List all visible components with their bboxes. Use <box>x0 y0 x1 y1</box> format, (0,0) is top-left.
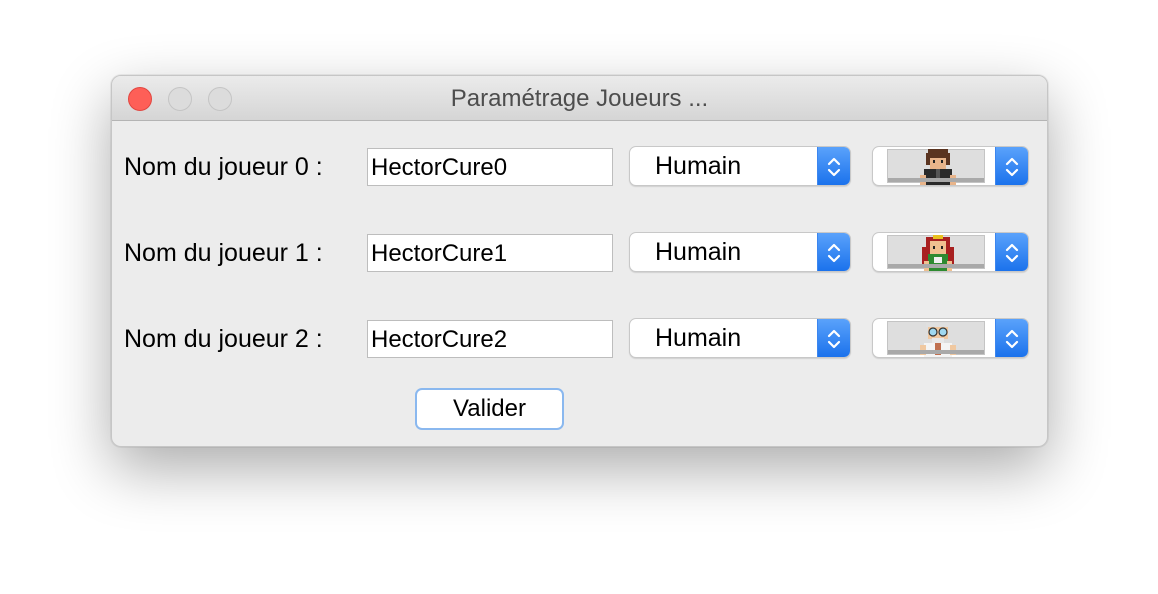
player-row-2: Nom du joueur 2 : Humain <box>112 318 1047 358</box>
player-row-0: Nom du joueur 0 : Humain <box>112 146 1047 186</box>
old-scientist-avatar-icon <box>920 323 956 357</box>
player-label-2: Nom du joueur 2 : <box>124 325 323 353</box>
player-name-input-1[interactable] <box>367 234 613 272</box>
chevron-updown-icon[interactable] <box>995 319 1028 357</box>
player-label-1: Nom du joueur 1 : <box>124 239 323 267</box>
brown-haired-boy-avatar-icon <box>920 149 956 185</box>
red-haired-girl-avatar-icon <box>922 235 954 271</box>
player-avatar-select-0[interactable] <box>872 146 1029 186</box>
avatar-well <box>887 149 985 185</box>
player-avatar-select-1[interactable] <box>872 232 1029 272</box>
player-type-select-0[interactable]: Humain <box>629 146 851 186</box>
chevron-updown-icon[interactable] <box>817 233 850 271</box>
dialog-window: Paramétrage Joueurs ... Nom du joueur 0 … <box>111 75 1048 447</box>
player-type-value-0: Humain <box>655 152 742 180</box>
player-type-select-1[interactable]: Humain <box>629 232 851 272</box>
player-row-1: Nom du joueur 1 : Humain <box>112 232 1047 272</box>
chevron-updown-icon[interactable] <box>995 233 1028 271</box>
avatar-well <box>887 321 985 357</box>
player-label-0: Nom du joueur 0 : <box>124 153 323 181</box>
player-type-value-1: Humain <box>655 238 742 266</box>
player-name-input-2[interactable] <box>367 320 613 358</box>
player-type-value-2: Humain <box>655 324 742 352</box>
player-avatar-select-2[interactable] <box>872 318 1029 358</box>
chevron-updown-icon[interactable] <box>817 319 850 357</box>
avatar-well <box>887 235 985 271</box>
chevron-updown-icon[interactable] <box>817 147 850 185</box>
title-bar[interactable]: Paramétrage Joueurs ... <box>112 76 1047 121</box>
player-name-input-0[interactable] <box>367 148 613 186</box>
window-title: Paramétrage Joueurs ... <box>450 85 709 112</box>
validate-button[interactable]: Valider <box>415 388 564 430</box>
player-type-select-2[interactable]: Humain <box>629 318 851 358</box>
chevron-updown-icon[interactable] <box>995 147 1028 185</box>
